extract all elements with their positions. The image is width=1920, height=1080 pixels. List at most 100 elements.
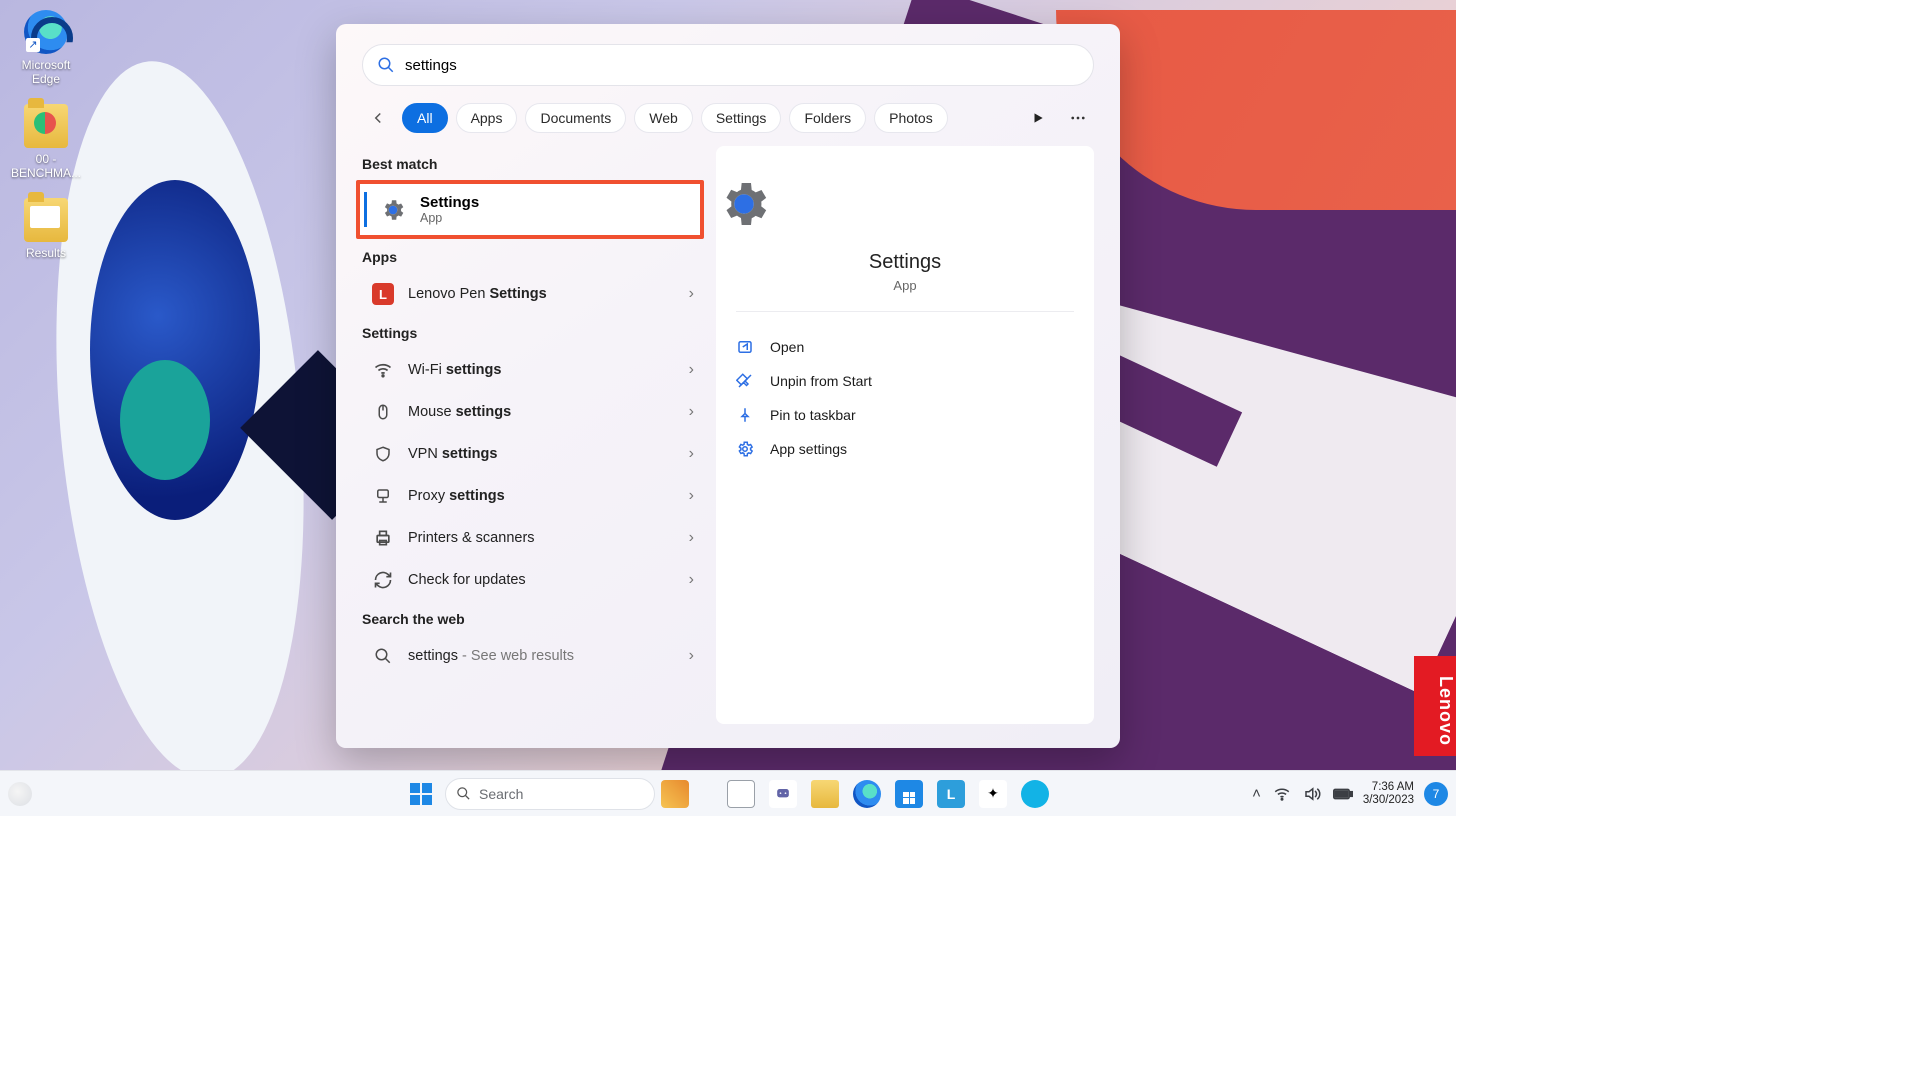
app-icon: ✦ xyxy=(979,780,1007,808)
mouse-icon xyxy=(372,401,394,423)
more-options-button[interactable] xyxy=(1062,102,1094,134)
news-art-icon xyxy=(661,780,689,808)
volume-icon[interactable] xyxy=(1303,785,1321,803)
action-unpin-from-start[interactable]: Unpin from Start xyxy=(716,364,1094,398)
chevron-right-icon: › xyxy=(689,361,694,379)
action-open[interactable]: Open xyxy=(716,330,1094,364)
best-match-settings[interactable]: Settings App xyxy=(356,180,704,239)
windows-logo-icon xyxy=(410,783,432,805)
chevron-right-icon: › xyxy=(689,487,694,505)
filter-documents[interactable]: Documents xyxy=(525,103,626,133)
best-match-title: Settings xyxy=(420,194,479,211)
taskbar: Search L ✦ ˄ 7:36 AM 3/30/2023 7 xyxy=(0,770,1456,816)
refresh-icon xyxy=(372,569,394,591)
section-search-web: Search the web xyxy=(362,611,704,627)
result-web-search[interactable]: settings - See web results › xyxy=(362,635,704,677)
start-button[interactable] xyxy=(403,776,439,812)
chevron-right-icon: › xyxy=(689,403,694,421)
chevron-right-icon: › xyxy=(689,445,694,463)
shortcut-arrow-icon: ↗ xyxy=(26,38,40,52)
result-proxy-settings[interactable]: Proxy settings › xyxy=(362,475,704,517)
edge-icon: ↗ xyxy=(24,10,68,54)
printer-icon xyxy=(372,527,394,549)
desktop-icon-results[interactable]: Results xyxy=(6,198,86,260)
action-app-settings[interactable]: App settings xyxy=(716,432,1094,466)
store-button[interactable] xyxy=(891,776,927,812)
search-icon xyxy=(372,645,394,667)
taskbar-weather[interactable] xyxy=(8,782,32,806)
edge-button[interactable] xyxy=(849,776,885,812)
best-match-subtitle: App xyxy=(420,211,479,225)
chevron-right-icon: › xyxy=(689,529,694,547)
folder-icon xyxy=(24,198,68,242)
back-button[interactable] xyxy=(362,102,394,134)
lenovo-l-icon: L xyxy=(937,780,965,808)
weather-icon xyxy=(8,782,32,806)
desktop-icon-label: 00 - BENCHMA... xyxy=(6,152,86,180)
filter-photos[interactable]: Photos xyxy=(874,103,948,133)
desktop-icon-label: Results xyxy=(6,246,86,260)
lenovo-app-icon: L xyxy=(372,283,394,305)
search-input[interactable] xyxy=(405,57,1079,74)
filter-folders[interactable]: Folders xyxy=(789,103,866,133)
pin-icon xyxy=(736,406,754,424)
wifi-icon[interactable] xyxy=(1273,785,1291,803)
chat-icon xyxy=(769,780,797,808)
filter-web[interactable]: Web xyxy=(634,103,693,133)
system-tray[interactable]: ˄ xyxy=(1252,785,1353,803)
filter-settings[interactable]: Settings xyxy=(701,103,782,133)
gear-icon xyxy=(380,197,406,223)
file-explorer-button[interactable] xyxy=(807,776,843,812)
results-column: Best match Settings App Apps L Lenovo Pe… xyxy=(362,146,716,724)
open-icon xyxy=(736,338,754,356)
result-check-updates[interactable]: Check for updates › xyxy=(362,559,704,601)
edge-icon xyxy=(853,780,881,808)
notification-count[interactable]: 7 xyxy=(1424,782,1448,806)
filter-apps[interactable]: Apps xyxy=(456,103,518,133)
unpin-icon xyxy=(736,372,754,390)
unknown-app-button[interactable]: ✦ xyxy=(975,776,1011,812)
taskbar-search[interactable]: Search xyxy=(445,778,655,810)
desktop-icon-benchma[interactable]: 00 - BENCHMA... xyxy=(6,104,86,180)
cortana-icon xyxy=(1021,780,1049,808)
store-icon xyxy=(895,780,923,808)
taskbar-search-placeholder: Search xyxy=(479,786,523,802)
folder-icon xyxy=(811,780,839,808)
task-view-icon xyxy=(727,780,755,808)
filter-all[interactable]: All xyxy=(402,103,448,133)
preview-subtitle: App xyxy=(716,278,1094,293)
search-icon xyxy=(456,786,471,801)
result-lenovo-pen-settings[interactable]: L Lenovo Pen Settings › xyxy=(362,273,704,315)
play-icon xyxy=(1031,111,1045,125)
chevron-right-icon: › xyxy=(689,571,694,589)
desktop-icon-label: Microsoft Edge xyxy=(6,58,86,86)
more-horizontal-icon xyxy=(1069,109,1087,127)
filter-row: All Apps Documents Web Settings Folders … xyxy=(362,102,1094,134)
chevron-up-icon[interactable]: ˄ xyxy=(1252,785,1261,802)
gear-icon xyxy=(736,440,754,458)
section-apps: Apps xyxy=(362,249,704,265)
result-wifi-settings[interactable]: Wi-Fi settings › xyxy=(362,349,704,391)
search-bar[interactable] xyxy=(362,44,1094,86)
cortana-button[interactable] xyxy=(1017,776,1053,812)
result-printers-scanners[interactable]: Printers & scanners › xyxy=(362,517,704,559)
preview-title: Settings xyxy=(716,251,1094,274)
battery-icon[interactable] xyxy=(1333,787,1353,801)
preview-panel: Settings App Open Unpin from Start Pin t… xyxy=(716,146,1094,724)
lenovo-app-button[interactable]: L xyxy=(933,776,969,812)
taskbar-clock[interactable]: 7:36 AM 3/30/2023 xyxy=(1363,781,1414,807)
task-view-button[interactable] xyxy=(723,776,759,812)
taskbar-widgets[interactable] xyxy=(661,780,717,808)
folder-icon xyxy=(24,104,68,148)
wifi-icon xyxy=(372,359,394,381)
chat-button[interactable] xyxy=(765,776,801,812)
chevron-right-icon: › xyxy=(689,285,694,303)
result-vpn-settings[interactable]: VPN settings › xyxy=(362,433,704,475)
section-best-match: Best match xyxy=(362,156,704,172)
search-highlights-button[interactable] xyxy=(1022,102,1054,134)
result-mouse-settings[interactable]: Mouse settings › xyxy=(362,391,704,433)
action-pin-to-taskbar[interactable]: Pin to taskbar xyxy=(716,398,1094,432)
desktop-icon-edge[interactable]: ↗ Microsoft Edge xyxy=(6,10,86,86)
lenovo-brand-tag: Lenovo xyxy=(1414,656,1456,756)
arrow-left-icon xyxy=(369,109,387,127)
